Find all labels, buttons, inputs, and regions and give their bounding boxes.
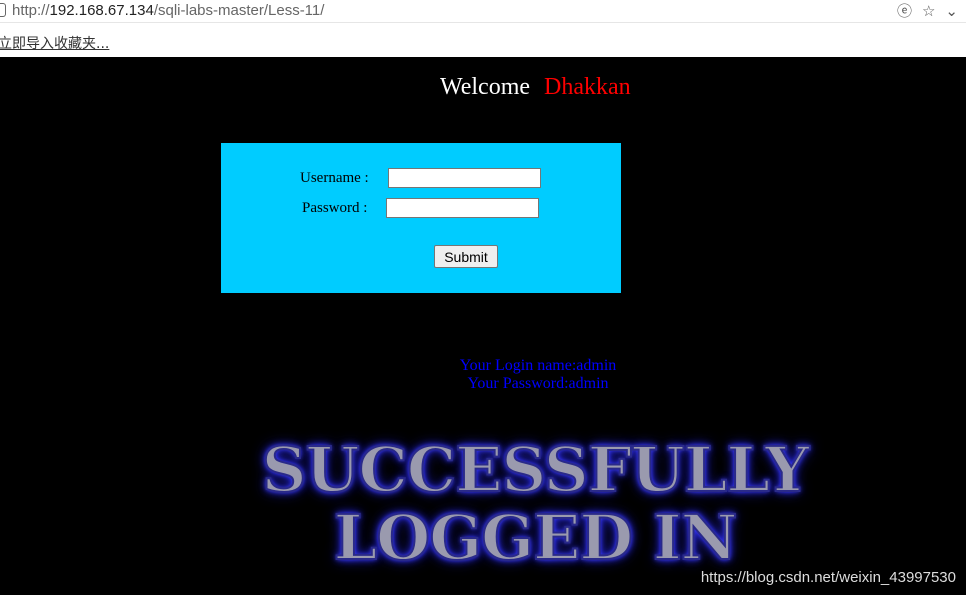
url-host: 192.168.67.134 (49, 2, 154, 19)
success-banner: SUCCESSFULLY LOGGED IN (245, 433, 825, 574)
bookmarks-bar: 立即导入收藏夹... (0, 23, 966, 57)
url-prefix: http:// (12, 2, 50, 19)
username-label: Username : (300, 170, 369, 186)
address-bar[interactable]: http://192.168.67.134/sqli-labs-master/L… (0, 0, 966, 23)
password-label: Password : (302, 200, 368, 216)
success-line-1: SUCCESSFULLY (261, 433, 811, 506)
username-input[interactable] (388, 168, 541, 188)
submit-button[interactable]: Submit (434, 245, 498, 268)
star-icon[interactable]: ☆ (922, 1, 935, 21)
welcome-text: Welcome (440, 74, 531, 100)
success-line-2: LOGGED IN (333, 501, 739, 574)
watermark: https://blog.csdn.net/weixin_43997530 (700, 569, 956, 586)
address-bar-icons: ⓔ ☆ ⌄ (897, 1, 958, 21)
page-icon (0, 3, 6, 17)
login-name-line: Your Login name:admin (459, 357, 617, 374)
chevron-down-icon[interactable]: ⌄ (945, 1, 958, 21)
url-path: /sqli-labs-master/Less-11/ (153, 2, 325, 19)
password-input[interactable] (386, 198, 539, 218)
login-form: Username : Password : Submit (221, 143, 621, 293)
url-text[interactable]: http://192.168.67.134/sqli-labs-master/L… (12, 1, 324, 21)
compatibility-mode-icon[interactable]: ⓔ (897, 1, 912, 21)
password-line: Your Password:admin (467, 375, 609, 392)
welcome-name: Dhakkan (544, 74, 631, 100)
welcome-heading: Welcome Dhakkan (440, 74, 631, 101)
login-result: Your Login name:admin Your Password:admi… (0, 357, 966, 393)
import-bookmarks-link[interactable]: 立即导入收藏夹... (0, 33, 109, 53)
